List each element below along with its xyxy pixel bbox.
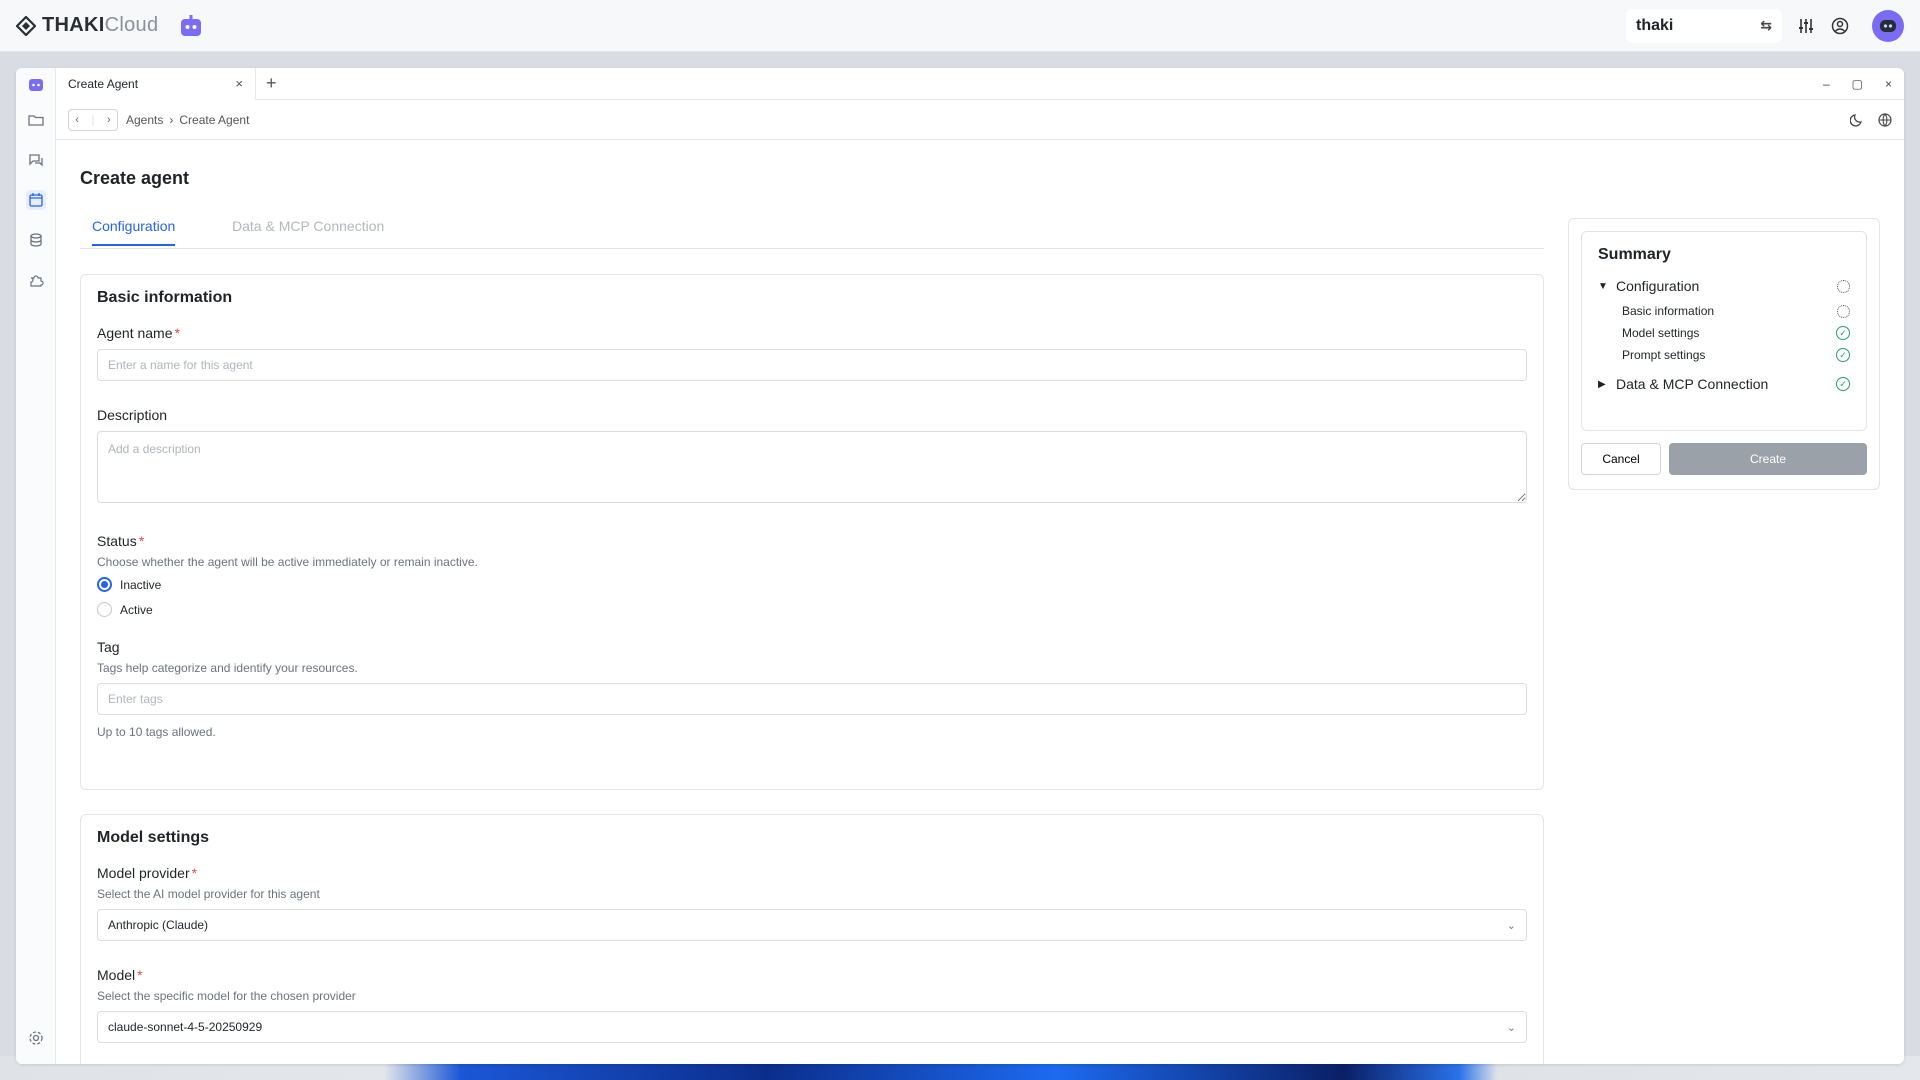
summary-title: Summary bbox=[1598, 246, 1671, 263]
form-tabs: Configuration Data & MCP Connection bbox=[80, 212, 1544, 249]
model-settings-heading: Model settings bbox=[97, 829, 210, 846]
expanded-triangle-icon: ▼ bbox=[1598, 280, 1608, 292]
workspace-select[interactable]: thaki ⇆ bbox=[1626, 8, 1782, 43]
description-textarea[interactable] bbox=[97, 431, 1527, 503]
nav-divider: | bbox=[91, 113, 95, 126]
top-app-bar: THAKICloud thaki ⇆ bbox=[0, 0, 1920, 52]
tab-data-mcp-connection[interactable]: Data & MCP Connection bbox=[232, 218, 384, 234]
collapsed-triangle-icon: ▶ bbox=[1598, 378, 1606, 390]
breadcrumb-current: Create Agent bbox=[179, 112, 250, 127]
puzzle-icon[interactable] bbox=[26, 270, 46, 290]
settings-sliders-icon[interactable] bbox=[1796, 16, 1816, 36]
switch-icon: ⇆ bbox=[1760, 17, 1772, 33]
summary-box: Summary ▼ Configuration Basic informatio… bbox=[1581, 231, 1867, 431]
maximize-icon[interactable]: ▢ bbox=[1852, 77, 1863, 91]
summary-item-label: Basic information bbox=[1622, 304, 1715, 318]
summary-configuration-label: Configuration bbox=[1616, 278, 1700, 294]
tag-help-text: Tags help categorize and identify your r… bbox=[97, 661, 358, 675]
history-nav: ‹ | › bbox=[68, 108, 118, 131]
tab-configuration[interactable]: Configuration bbox=[92, 218, 176, 246]
back-icon[interactable]: ‹ bbox=[75, 114, 79, 126]
chat-icon[interactable] bbox=[26, 150, 46, 170]
model-settings-card: Model settings Model provider * Select th… bbox=[80, 814, 1544, 1064]
cancel-button[interactable]: Cancel bbox=[1581, 443, 1661, 475]
basic-information-heading: Basic information bbox=[97, 289, 233, 306]
close-tab-icon[interactable]: × bbox=[235, 76, 243, 91]
radio-active[interactable] bbox=[97, 602, 112, 617]
basic-information-card: Basic information Agent name* Descriptio… bbox=[80, 274, 1544, 790]
status-label: Status * bbox=[97, 533, 145, 549]
rail-agent-icon[interactable] bbox=[26, 74, 46, 94]
summary-configuration[interactable]: ▼ Configuration bbox=[1598, 278, 1850, 294]
pending-status-icon bbox=[1837, 279, 1850, 293]
agent-name-label: Agent name * bbox=[97, 325, 180, 341]
forward-icon[interactable]: › bbox=[107, 114, 111, 126]
create-button[interactable]: Create bbox=[1669, 443, 1867, 475]
summary-item-label: Prompt settings bbox=[1622, 348, 1706, 362]
main-content: Create agent Configuration Data & MCP Co… bbox=[56, 140, 1904, 1064]
model-label: Model * bbox=[97, 967, 143, 983]
breadcrumb-separator: › bbox=[169, 112, 174, 127]
account-icon[interactable] bbox=[1830, 16, 1850, 36]
chevron-down-icon: ⌄ bbox=[1506, 919, 1516, 932]
model-value: claude-sonnet-4-5-20250929 bbox=[108, 1020, 263, 1034]
model-provider-help: Select the AI model provider for this ag… bbox=[97, 887, 320, 901]
chevron-down-icon: ⌄ bbox=[1506, 1021, 1516, 1034]
description-label: Description bbox=[97, 407, 168, 423]
agent-name-input[interactable] bbox=[97, 349, 1527, 381]
summary-item-basic-information: Basic information bbox=[1598, 304, 1850, 318]
folder-icon[interactable] bbox=[26, 110, 46, 130]
check-circle-icon: ✓ bbox=[1836, 348, 1850, 362]
tag-input[interactable] bbox=[97, 683, 1527, 715]
status-active-label: Active bbox=[120, 602, 153, 617]
summary-item-label: Model settings bbox=[1622, 326, 1700, 340]
agents-calendar-icon[interactable] bbox=[26, 190, 46, 210]
database-icon[interactable] bbox=[26, 230, 46, 250]
breadcrumb: Agents › Create Agent bbox=[126, 113, 249, 127]
tab-create-agent[interactable]: Create Agent × bbox=[56, 68, 256, 100]
minimize-icon[interactable]: – bbox=[1823, 77, 1830, 91]
summary-item-prompt-settings: Prompt settings ✓ bbox=[1598, 348, 1850, 362]
status-option-inactive[interactable]: Inactive bbox=[97, 577, 1527, 592]
close-window-icon[interactable]: × bbox=[1885, 77, 1892, 91]
radio-inactive[interactable] bbox=[97, 577, 112, 592]
thaki-logo-icon bbox=[16, 15, 36, 36]
tag-label: Tag bbox=[97, 639, 120, 655]
left-rail bbox=[16, 68, 56, 1064]
model-provider-value: Anthropic (Claude) bbox=[108, 918, 209, 932]
model-provider-label: Model provider * bbox=[97, 865, 198, 881]
status-help-text: Choose whether the agent will be active … bbox=[97, 555, 478, 569]
summary-data-mcp-label: Data & MCP Connection bbox=[1616, 376, 1769, 392]
status-option-active[interactable]: Active bbox=[97, 602, 1527, 617]
summary-data-mcp[interactable]: ▶ Data & MCP Connection ✓ bbox=[1598, 376, 1850, 392]
settings-gear-icon[interactable] bbox=[26, 1028, 46, 1048]
assistant-avatar[interactable] bbox=[1872, 9, 1904, 42]
app-window: Create Agent × + – ▢ × ‹ | › Agents › Cr… bbox=[16, 68, 1904, 1064]
tab-title: Create Agent bbox=[68, 76, 139, 91]
brand-logo[interactable]: THAKICloud bbox=[16, 14, 158, 37]
breadcrumb-bar: ‹ | › Agents › Create Agent bbox=[56, 100, 1904, 140]
summary-item-model-settings: Model settings ✓ bbox=[1598, 326, 1850, 340]
breadcrumb-agents[interactable]: Agents bbox=[126, 113, 163, 127]
window-tab-bar: Create Agent × + – ▢ × bbox=[56, 68, 1904, 100]
summary-panel: Summary ▼ Configuration Basic informatio… bbox=[1568, 218, 1880, 490]
agent-bot-icon[interactable] bbox=[178, 13, 204, 39]
model-provider-select[interactable]: Anthropic (Claude) ⌄ bbox=[97, 909, 1527, 941]
status-inactive-label: Inactive bbox=[120, 577, 162, 592]
check-circle-icon: ✓ bbox=[1836, 377, 1850, 391]
language-globe-icon[interactable] bbox=[1878, 112, 1892, 127]
bot-face-icon bbox=[1880, 19, 1896, 32]
brand-name: THAKICloud bbox=[42, 14, 159, 36]
page-title: Create agent bbox=[80, 168, 190, 188]
check-circle-icon: ✓ bbox=[1836, 326, 1850, 340]
dark-mode-icon[interactable] bbox=[1850, 113, 1864, 127]
tag-limit-note: Up to 10 tags allowed. bbox=[97, 725, 216, 739]
pending-status-icon bbox=[1837, 304, 1850, 318]
new-tab-icon[interactable]: + bbox=[266, 73, 277, 94]
workspace-name: thaki bbox=[1636, 16, 1674, 34]
model-help: Select the specific model for the chosen… bbox=[97, 989, 356, 1003]
model-select[interactable]: claude-sonnet-4-5-20250929 ⌄ bbox=[97, 1011, 1527, 1043]
